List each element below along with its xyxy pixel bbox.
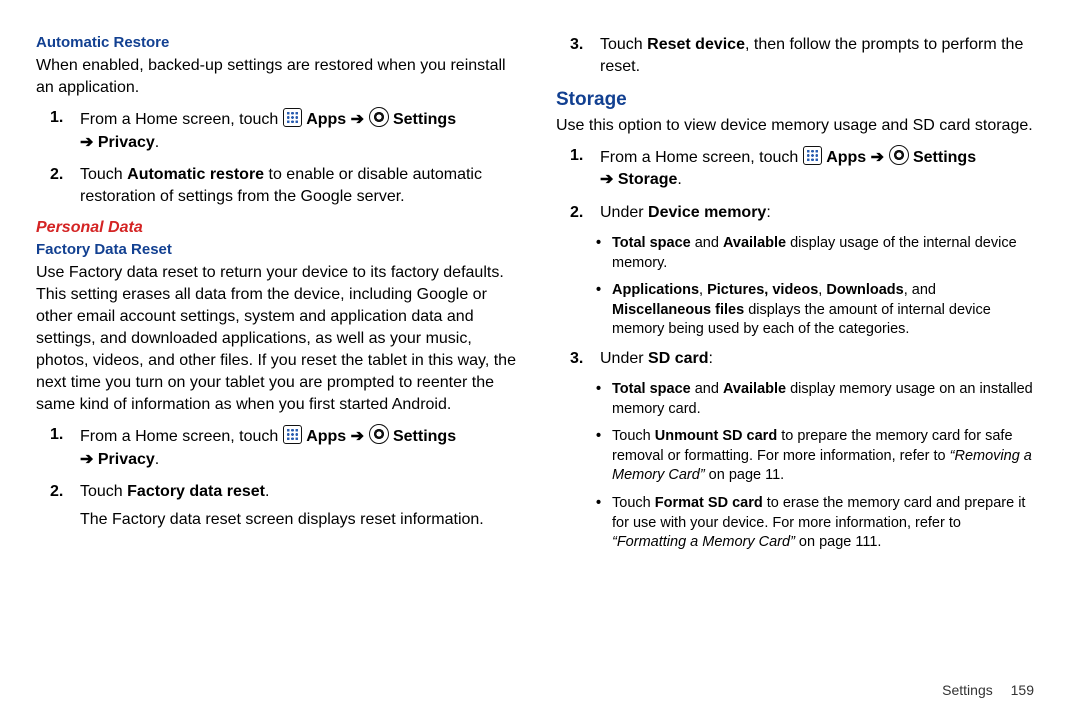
bullet-item: Applications, Pictures, videos, Download…: [556, 281, 1036, 340]
text: .: [155, 134, 159, 151]
bold-label: Downloads: [826, 282, 903, 298]
step-item: Touch Factory data reset. The Factory da…: [36, 481, 516, 532]
text: Under: [600, 350, 648, 367]
arrow-icon: ➔: [351, 428, 364, 445]
cross-reference: “Formatting a Memory Card”: [612, 534, 795, 550]
text: , and: [904, 282, 936, 298]
apps-label: Apps: [306, 428, 346, 445]
heading-factory-data-reset: Factory Data Reset: [36, 241, 516, 258]
settings-label: Settings: [393, 428, 456, 445]
steps-list: From a Home screen, touch Apps ➔ Setting…: [36, 107, 516, 209]
step-item: Under Device memory:: [556, 202, 1036, 224]
arrow-icon: ➔: [871, 149, 884, 166]
text: .: [155, 451, 159, 468]
apps-label: Apps: [826, 149, 866, 166]
text: .: [265, 483, 269, 500]
steps-list-continued: Under SD card:: [556, 348, 1036, 370]
heading-storage: Storage: [556, 89, 1036, 111]
step-item: From a Home screen, touch Apps ➔ Setting…: [556, 145, 1036, 192]
gear-icon: [889, 145, 909, 165]
step-item: Under SD card:: [556, 348, 1036, 370]
privacy-label: ➔ Privacy: [80, 451, 155, 468]
apps-label: Apps: [306, 111, 346, 128]
text: Under: [600, 204, 648, 221]
bold-label: Unmount SD card: [655, 428, 777, 444]
text: Touch: [80, 166, 127, 183]
text: :: [709, 350, 713, 367]
bold-label: Available: [723, 381, 786, 397]
document-page: Automatic Restore When enabled, backed-u…: [0, 0, 1080, 561]
text: and: [691, 235, 723, 251]
bold-label: Automatic restore: [127, 166, 264, 183]
text: Touch: [612, 428, 655, 444]
text: ,: [699, 282, 707, 298]
bold-label: Total space: [612, 235, 691, 251]
bold-label: SD card: [648, 350, 708, 367]
paragraph: Use Factory data reset to return your de…: [36, 262, 516, 417]
heading-personal-data: Personal Data: [36, 219, 516, 237]
bold-label: Factory data reset: [127, 483, 265, 500]
bullet-item: Total space and Available display memory…: [556, 380, 1036, 419]
arrow-icon: ➔: [351, 111, 364, 128]
paragraph: Use this option to view device memory us…: [556, 115, 1036, 137]
bold-label: Device memory: [648, 204, 766, 221]
storage-label: ➔ Storage: [600, 171, 677, 188]
text: :: [766, 204, 770, 221]
bold-label: Total space: [612, 381, 691, 397]
steps-list-continued: Touch Reset device, then follow the prom…: [556, 34, 1036, 79]
text: Touch: [80, 483, 127, 500]
chapter-name: Settings: [942, 682, 993, 698]
gear-icon: [369, 424, 389, 444]
gear-icon: [369, 107, 389, 127]
steps-list: From a Home screen, touch Apps ➔ Setting…: [36, 424, 516, 532]
step-item: Touch Automatic restore to enable or dis…: [36, 164, 516, 209]
bullet-item: Touch Unmount SD card to prepare the mem…: [556, 427, 1036, 486]
bold-label: Applications: [612, 282, 699, 298]
settings-label: Settings: [393, 111, 456, 128]
bold-label: Pictures, videos: [707, 282, 818, 298]
step-item: Touch Reset device, then follow the prom…: [556, 34, 1036, 79]
text: Touch: [612, 495, 655, 511]
paragraph: When enabled, backed-up settings are res…: [36, 55, 516, 99]
text: The Factory data reset screen displays r…: [80, 511, 484, 528]
text: on page 11.: [705, 467, 785, 483]
heading-automatic-restore: Automatic Restore: [36, 34, 516, 51]
apps-icon: [283, 108, 302, 127]
bold-label: Reset device: [647, 36, 745, 53]
step-item: From a Home screen, touch Apps ➔ Setting…: [36, 424, 516, 471]
text: .: [677, 171, 681, 188]
bullet-item: Total space and Available display usage …: [556, 234, 1036, 273]
apps-icon: [803, 146, 822, 165]
privacy-label: ➔ Privacy: [80, 134, 155, 151]
text: From a Home screen, touch: [80, 428, 283, 445]
bullet-item: Touch Format SD card to erase the memory…: [556, 494, 1036, 553]
apps-icon: [283, 425, 302, 444]
text: From a Home screen, touch: [80, 111, 283, 128]
bold-label: Miscellaneous files: [612, 302, 744, 318]
page-footer: Settings 159: [942, 682, 1034, 698]
bold-label: Available: [723, 235, 786, 251]
right-column: Touch Reset device, then follow the prom…: [556, 30, 1036, 561]
text: and: [691, 381, 723, 397]
text: From a Home screen, touch: [600, 149, 803, 166]
left-column: Automatic Restore When enabled, backed-u…: [36, 30, 516, 561]
bullet-list: Total space and Available display usage …: [556, 234, 1036, 340]
bold-label: Format SD card: [655, 495, 763, 511]
step-item: From a Home screen, touch Apps ➔ Setting…: [36, 107, 516, 154]
text: Touch: [600, 36, 647, 53]
steps-list: From a Home screen, touch Apps ➔ Setting…: [556, 145, 1036, 224]
page-number: 159: [1011, 682, 1034, 698]
bullet-list: Total space and Available display memory…: [556, 380, 1036, 553]
text: on page 111.: [795, 534, 882, 550]
settings-label: Settings: [913, 149, 976, 166]
